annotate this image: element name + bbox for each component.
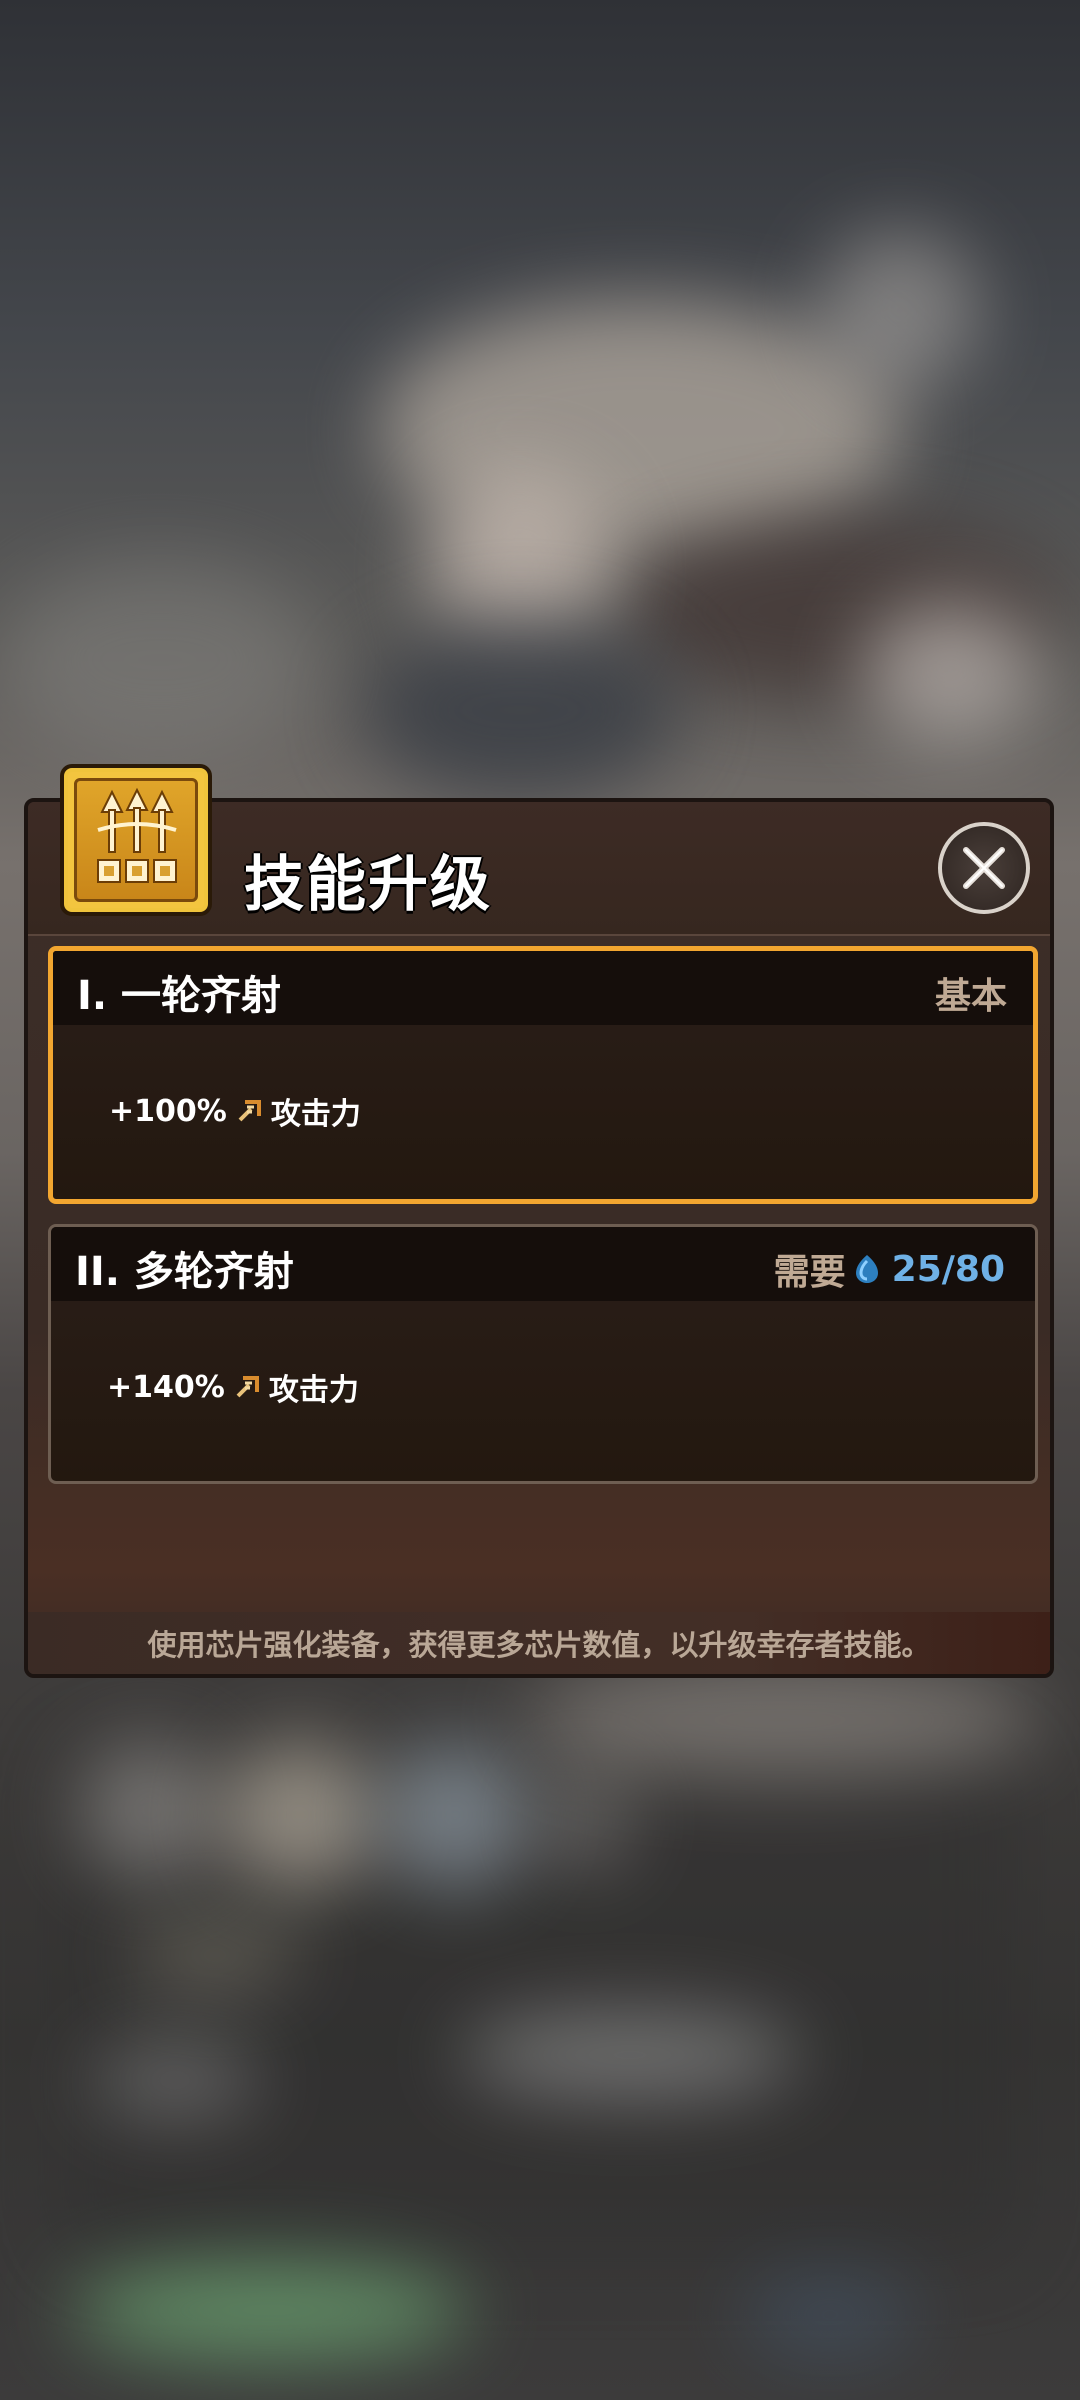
skill-level-1-header: I. 一轮齐射 基本 [53, 951, 1033, 1025]
requirement-label: 需要 [773, 1252, 846, 1293]
skill-level-2-effect: +140% 攻击力 [107, 1365, 359, 1409]
effect-stat: 攻击力 [268, 1373, 359, 1408]
skill-level-2-card[interactable]: II. 多轮齐射 需要 25/80 +140% 攻击力 [48, 1224, 1038, 1484]
close-button[interactable] [938, 822, 1030, 914]
dialog-title: 技能升级 [244, 850, 492, 920]
skill-level-2-header: II. 多轮齐射 需要 25/80 [51, 1227, 1035, 1301]
chip-icon [855, 1255, 878, 1283]
requirement-count: 25/80 [891, 1248, 1005, 1290]
skill-upgrade-dialog: 技能升级 I. 一轮齐射 基本 +100% 攻击力 II. 多轮齐射 需要 25… [24, 798, 1054, 1678]
triple-arrow-volley-icon [97, 787, 177, 883]
skill-level-1-card[interactable]: I. 一轮齐射 基本 +100% 攻击力 [48, 946, 1038, 1204]
skill-level-1-effect: +100% 攻击力 [109, 1089, 361, 1133]
footer-hint: 使用芯片强化装备，获得更多芯片数值，以升级幸存者技能。 [28, 1612, 1050, 1674]
skill-level-1-title: I. 一轮齐射 [77, 973, 282, 1019]
skill-level-2-requirement: 需要 25/80 [774, 1243, 1005, 1295]
effect-stat: 攻击力 [270, 1097, 361, 1132]
skill-level-1-tag: 基本 [934, 976, 1007, 1017]
effect-value: +100% [109, 1093, 227, 1129]
attack-icon [236, 1376, 259, 1398]
close-icon [963, 847, 1005, 889]
skill-level-2-title: II. 多轮齐射 [75, 1249, 294, 1295]
effect-value: +140% [107, 1369, 225, 1405]
attack-icon [238, 1100, 261, 1122]
skill-badge [60, 764, 212, 916]
